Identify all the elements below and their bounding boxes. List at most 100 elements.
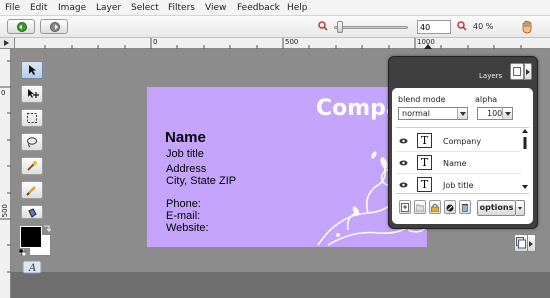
menu-feedback[interactable]: Feedback [237,3,280,13]
ruler-top-ticks [44,38,522,49]
blend-mode-label: blend mode [398,95,446,104]
swap-colors-icon[interactable] [43,225,51,233]
chevron-down-icon [457,108,467,119]
lock-icon [431,203,439,212]
alpha-select[interactable]: 100 [477,107,513,120]
zoom-percent-label: 40 % [473,22,494,31]
menu-layer[interactable]: Layer [96,3,121,13]
undo-button[interactable] [7,19,35,34]
card-address-text[interactable]: Address [166,163,206,175]
eye-icon[interactable] [399,182,408,188]
pointer-icon [29,65,36,75]
menu-help[interactable]: Help [287,3,308,13]
ruler-top-label-1000: 1000 [417,38,435,46]
card-job-title-text[interactable]: Job title [166,148,204,160]
folder-icon [416,204,424,212]
undo-icon [17,22,27,32]
layer-row-name[interactable]: T Name [396,152,521,174]
ruler-arrow-icon [4,40,9,46]
layers-panel-menu-arrow[interactable] [524,63,532,80]
layers-options-dropdown[interactable] [516,200,525,216]
arrow-right-icon [526,69,530,75]
brush-icon [26,186,36,196]
paint-bucket-icon [28,208,37,218]
pan-tool[interactable] [21,85,43,103]
ruler-corner [0,38,15,49]
zoom-out-icon[interactable] [318,21,328,31]
text-layer-icon: T [417,133,432,148]
card-email-text[interactable]: E-mail: [166,210,200,222]
arrow-right-icon [529,241,533,247]
menu-bar: File Edit Image Layer Select Filters Vie… [0,0,550,16]
marquee-tool[interactable] [21,109,43,127]
layer-style-icon [446,204,454,212]
blend-mode-select[interactable]: normal [398,107,468,120]
chevron-down-icon [502,108,512,119]
text-tool-icon: A [22,260,42,274]
new-layer-button[interactable] [399,200,411,214]
ruler-top: 0 500 1000 [15,38,550,49]
eye-icon[interactable] [399,160,408,166]
layer-style-button[interactable] [444,200,456,214]
zoom-input[interactable] [417,20,451,34]
move-tool[interactable] [21,61,43,79]
trash-icon [462,204,468,212]
zoom-slider-thumb[interactable] [337,21,343,33]
menu-file[interactable]: File [5,3,20,13]
foreground-color-swatch[interactable] [20,226,42,248]
status-strip [11,272,550,298]
page-icon [513,67,521,76]
eye-icon[interactable] [399,138,408,144]
alpha-label: alpha [475,95,498,104]
menu-image[interactable]: Image [58,3,86,13]
svg-text:A: A [28,263,36,274]
lasso-tool[interactable] [21,133,43,151]
card-city-text[interactable]: City, State ZIP [166,175,236,187]
lock-layer-button[interactable] [429,200,441,214]
ruler-left-label-500: 500 [1,204,9,218]
hand-icon[interactable] [520,20,534,34]
ruler-left-ticks [0,60,11,273]
text-tool[interactable]: A [22,260,42,274]
layers-panel-title: Layers [479,72,503,80]
redo-button[interactable] [40,19,68,34]
palette-toggle-button[interactable] [514,234,528,252]
card-name-text[interactable]: Name [165,129,206,146]
layer-name: Job title [443,181,474,190]
text-layer-icon: T [417,177,432,192]
delete-layer-button[interactable] [459,200,471,214]
layers-options-button[interactable]: options [477,200,516,216]
menu-edit[interactable]: Edit [30,3,47,13]
new-folder-button[interactable] [414,200,426,214]
magic-wand-tool[interactable] [21,157,43,175]
ruler-left-label-0: 0 [1,89,6,97]
card-phone-text[interactable]: Phone: [166,198,201,210]
ruler-top-label-0: 0 [153,38,158,46]
zoom-in-icon[interactable] [457,21,467,31]
menu-view[interactable]: View [205,3,226,13]
layer-name: Company [443,137,482,146]
zoom-slider-track[interactable] [334,26,408,29]
new-layer-icon [401,203,409,212]
layers-scrollbar[interactable] [521,127,529,194]
alpha-value: 100 [487,109,503,118]
layer-row-company[interactable]: T Company [396,130,521,152]
text-layer-icon: T [417,155,432,170]
menu-filters[interactable]: Filters [168,3,195,13]
reset-colors-icon[interactable] [19,249,26,256]
ruler-top-label-500: 500 [285,38,299,46]
fill-tool[interactable] [21,205,43,219]
marquee-icon [27,113,37,123]
lasso-icon [27,137,37,148]
ruler-left: 0 500 [0,49,11,298]
redo-icon [50,22,60,32]
menu-select[interactable]: Select [131,3,159,13]
layer-row-job-title[interactable]: T Job title [396,174,521,196]
layers-panel-toggle[interactable] [510,63,524,80]
toolbar: 40 % [0,16,550,38]
blend-mode-value: normal [402,109,431,118]
move-arrows-icon [28,89,39,98]
card-website-text[interactable]: Website: [166,222,209,234]
palette-toggle-arrow[interactable] [528,234,536,252]
brush-tool[interactable] [21,181,43,199]
